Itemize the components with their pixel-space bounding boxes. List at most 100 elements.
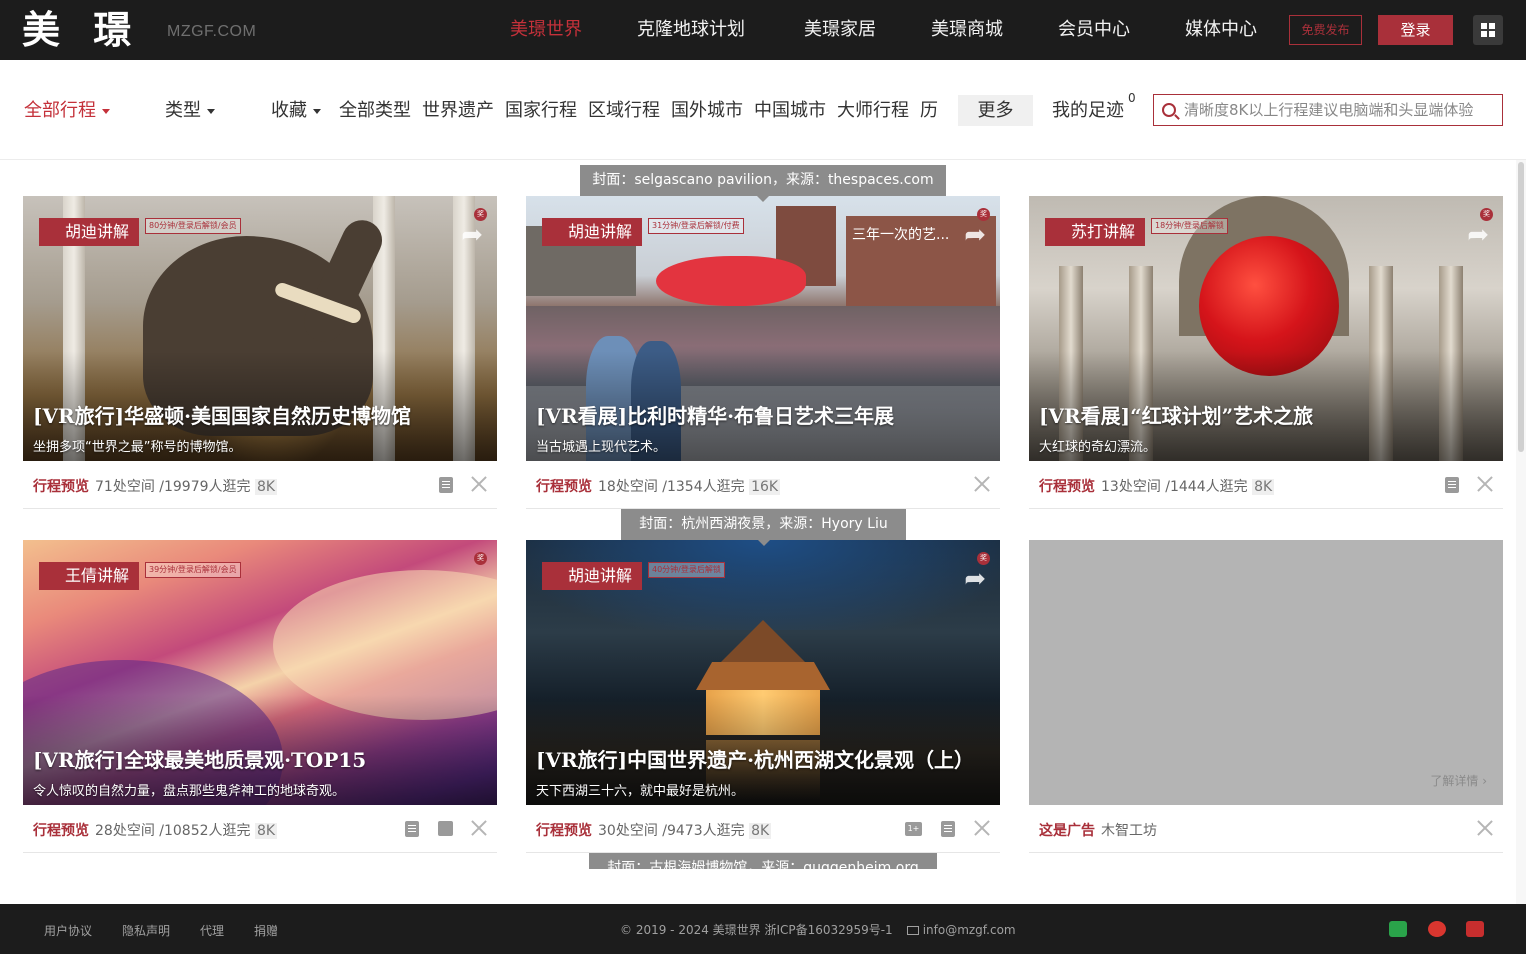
card-subtitle: 坐拥多项“世界之最”称号的博物馆。 (33, 440, 242, 455)
footprint-count: 0 (1128, 91, 1136, 105)
category-all[interactable]: 全部类型 (339, 100, 411, 121)
award-icon: 奖 (474, 552, 487, 565)
wechat-icon[interactable] (1389, 921, 1407, 937)
folder-icon[interactable]: 1+ (905, 822, 922, 836)
document-icon[interactable] (405, 821, 419, 837)
share-icon[interactable]: ➦ (1467, 222, 1489, 248)
trip-card[interactable]: 苏打讲解 18分钟/登录后解锁 奖 ➦ [VR看展]“红球计划”艺术之旅 大红球… (1029, 196, 1503, 509)
category-national[interactable]: 国家行程 (505, 100, 577, 121)
footer-email[interactable]: info@mzgf.com (923, 923, 1016, 937)
close-icon[interactable] (469, 474, 489, 494)
category-china-city[interactable]: 中国城市 (754, 100, 826, 121)
card-subtitle: 令人惊叹的自然力量，盘点那些鬼斧神工的地球奇观。 (33, 784, 346, 799)
category-foreign-city[interactable]: 国外城市 (671, 100, 743, 121)
mail-icon (906, 926, 919, 935)
guide-badge: 胡迪讲解 (542, 218, 643, 246)
scrollbar-thumb[interactable] (1518, 162, 1524, 452)
copyright-text: © 2019 - 2024 美璟世界 浙ICP备16032959号-1 (620, 923, 893, 937)
quality-badge: 8K (749, 823, 772, 839)
card-title[interactable]: [VR旅行]全球最美地质景观·TOP15 (33, 744, 366, 773)
ad-name[interactable]: 木智工坊 (1101, 823, 1157, 839)
close-icon[interactable] (1475, 818, 1495, 838)
trip-card[interactable]: 王倩讲解 39分钟/登录后解锁/会员 奖 [VR旅行]全球最美地质景观·TOP1… (23, 540, 497, 853)
category-history[interactable]: 历史 (920, 100, 939, 121)
card-cover-image[interactable]: 王倩讲解 39分钟/登录后解锁/会员 奖 [VR旅行]全球最美地质景观·TOP1… (23, 540, 497, 805)
document-icon[interactable] (941, 821, 955, 837)
card-subtitle: 当古城遇上现代艺术。 (536, 440, 667, 455)
card-title[interactable]: [VR旅行]中国世界遗产·杭州西湖文化景观（上） (536, 744, 974, 773)
close-icon[interactable] (469, 818, 489, 838)
apps-grid-icon[interactable] (1473, 15, 1503, 45)
nav-mall[interactable]: 美璟商城 (931, 18, 1003, 42)
type-dropdown[interactable]: 类型 (165, 99, 215, 123)
card-title[interactable]: [VR看展]比利时精华·布鲁日艺术三年展 (536, 400, 894, 429)
trip-card[interactable]: 胡迪讲解 40分钟/登录后解锁 奖 ➦ [VR旅行]中国世界遗产·杭州西湖文化景… (526, 540, 1000, 853)
search-icon[interactable] (1162, 103, 1176, 117)
card-meta: 行程预览 30处空间 /9473人逛完 8K (536, 820, 772, 840)
mail-icon[interactable] (438, 821, 453, 836)
search-input[interactable] (1184, 95, 1500, 125)
guide-badge: 苏打讲解 (1045, 218, 1146, 246)
document-icon[interactable] (1445, 477, 1459, 493)
site-logo[interactable]: 美 璟 (22, 6, 141, 54)
page-scrollbar[interactable] (1516, 160, 1526, 904)
card-cover-image[interactable]: 胡迪讲解 31分钟/登录后解锁/付费 三年一次的艺... 奖 ➦ [VR看展]比… (526, 196, 1000, 461)
ad-card[interactable]: 了解详情 › 这是广告 木智工坊 (1029, 540, 1503, 853)
footer-terms-link[interactable]: 用户协议 (44, 922, 92, 939)
favorites-dropdown[interactable]: 收藏 (271, 99, 321, 123)
card-meta: 行程预览 28处空间 /10852人逛完 8K (33, 820, 278, 840)
login-button[interactable]: 登录 (1378, 15, 1453, 45)
footer-agent-link[interactable]: 代理 (200, 922, 224, 939)
trip-preview-link[interactable]: 行程预览 (33, 479, 89, 495)
trip-preview-link[interactable]: 行程预览 (536, 479, 592, 495)
chevron-down-icon (102, 108, 110, 114)
category-master[interactable]: 大师行程 (837, 100, 909, 121)
category-world-heritage[interactable]: 世界遗产 (422, 100, 494, 121)
trip-preview-link[interactable]: 行程预览 (33, 823, 89, 839)
card-title[interactable]: [VR看展]“红球计划”艺术之旅 (1039, 400, 1313, 429)
card-cover-image[interactable]: 胡迪讲解 80分钟/登录后解锁/会员 奖 ➦ [VR旅行]华盛顿·美国国家自然历… (23, 196, 497, 461)
card-cover-image[interactable]: 胡迪讲解 40分钟/登录后解锁 奖 ➦ [VR旅行]中国世界遗产·杭州西湖文化景… (526, 540, 1000, 805)
close-icon[interactable] (1475, 474, 1495, 494)
ad-label: 这是广告 (1039, 823, 1095, 839)
trip-card[interactable]: 胡迪讲解 31分钟/登录后解锁/付费 三年一次的艺... 奖 ➦ [VR看展]比… (526, 196, 1000, 509)
ad-learn-more-link[interactable]: 了解详情 › (1430, 772, 1487, 789)
card-cover-image[interactable]: 苏打讲解 18分钟/登录后解锁 奖 ➦ [VR看展]“红球计划”艺术之旅 大红球… (1029, 196, 1503, 461)
my-footprint-link[interactable]: 我的足迹 (1052, 99, 1124, 123)
free-publish-button[interactable]: 免费发布 (1289, 15, 1362, 45)
close-icon[interactable] (972, 818, 992, 838)
trip-card[interactable]: 胡迪讲解 80分钟/登录后解锁/会员 奖 ➦ [VR旅行]华盛顿·美国国家自然历… (23, 196, 497, 509)
more-categories-button[interactable]: 更多 (958, 95, 1033, 126)
nav-world[interactable]: 美璟世界 (510, 18, 582, 42)
weibo-icon[interactable] (1428, 921, 1446, 937)
footer-privacy-link[interactable]: 隐私声明 (122, 922, 170, 939)
nav-home[interactable]: 美璟家居 (804, 18, 876, 42)
share-icon[interactable]: ➦ (964, 566, 986, 592)
filter-bar: 全部行程 类型 收藏 全部类型 世界遗产 国家行程 区域行程 国外城市 中国城市 大师行程历… (0, 60, 1526, 160)
card-meta: 行程预览 13处空间 /1444人逛完 8K (1039, 476, 1275, 496)
top-navbar: 美 璟 MZGF.COM 美璟世界 克隆地球计划 美璟家居 美璟商城 会员中心 … (0, 0, 1526, 60)
category-regional[interactable]: 区域行程 (588, 100, 660, 121)
document-icon[interactable] (439, 477, 453, 493)
redbook-icon[interactable] (1466, 921, 1484, 937)
nav-member[interactable]: 会员中心 (1058, 18, 1130, 42)
quality-badge: 8K (1252, 479, 1275, 495)
chevron-down-icon (313, 108, 321, 114)
nav-media[interactable]: 媒体中心 (1185, 18, 1257, 42)
card-meta: 行程预览 71处空间 /19979人逛完 8K (33, 476, 278, 496)
ad-meta: 这是广告 木智工坊 (1039, 820, 1157, 840)
card-title[interactable]: [VR旅行]华盛顿·美国国家自然历史博物馆 (33, 400, 411, 429)
access-note: 18分钟/登录后解锁 (1151, 218, 1228, 234)
close-icon[interactable] (972, 474, 992, 494)
footer-donate-link[interactable]: 捐赠 (254, 922, 278, 939)
all-trips-dropdown[interactable]: 全部行程 (24, 99, 110, 123)
nav-clone-earth[interactable]: 克隆地球计划 (637, 18, 745, 42)
card-stats: 30处空间 /9473人逛完 (598, 823, 745, 839)
trip-preview-link[interactable]: 行程预览 (536, 823, 592, 839)
share-icon[interactable]: ➦ (964, 222, 986, 248)
ad-image[interactable]: 了解详情 › (1029, 540, 1503, 805)
trip-preview-link[interactable]: 行程预览 (1039, 479, 1095, 495)
card-subtitle: 天下西湖三十六，就中最好是杭州。 (536, 784, 745, 799)
share-icon[interactable]: ➦ (461, 222, 483, 248)
card-meta: 行程预览 18处空间 /1354人逛完 16K (536, 476, 781, 496)
